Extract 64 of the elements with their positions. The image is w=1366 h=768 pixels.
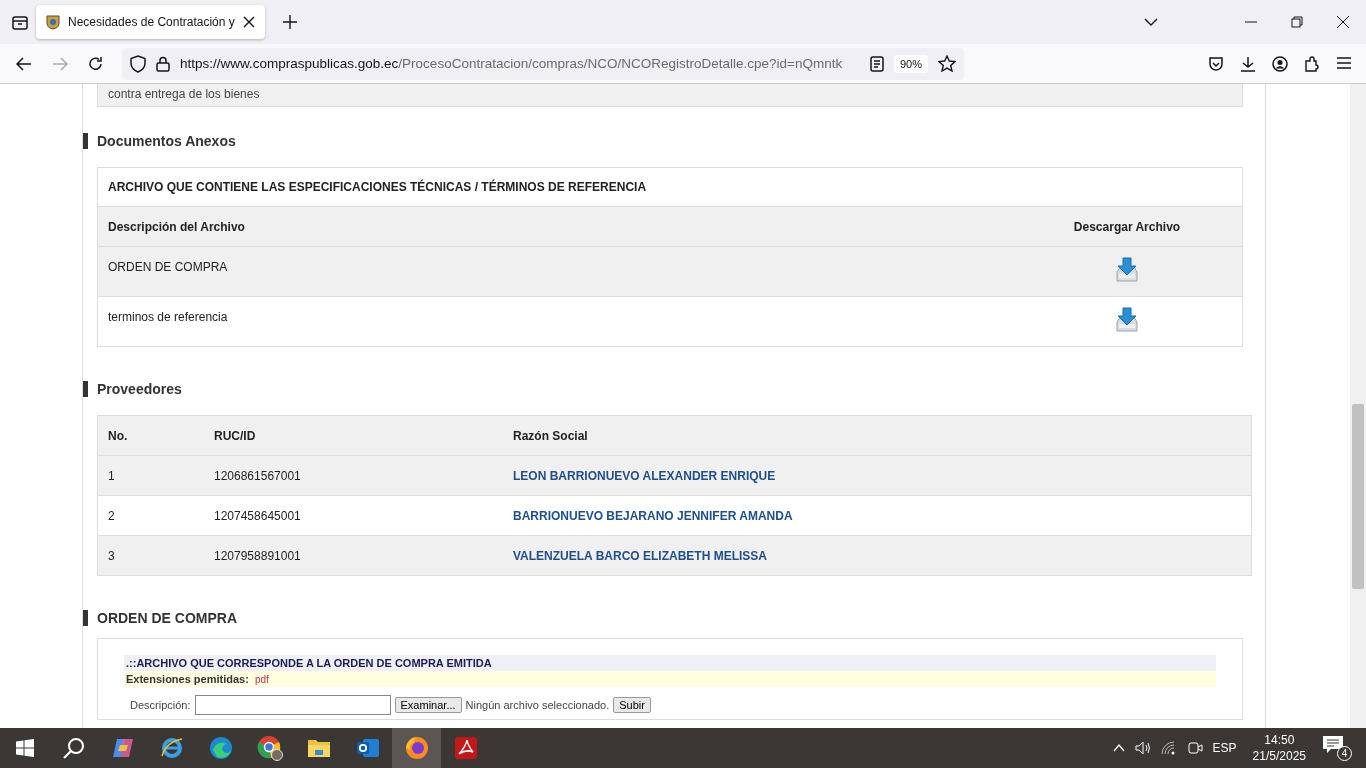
browser-tab[interactable]: Necesidades de Contratación y xyxy=(36,5,265,39)
column-header: Descripción del Archivo xyxy=(97,206,1012,247)
section-heading: Proveedores xyxy=(83,381,1265,397)
speaker-icon[interactable] xyxy=(1134,741,1151,755)
reader-view-icon[interactable] xyxy=(869,55,884,72)
start-icon[interactable] xyxy=(15,739,34,757)
search-icon[interactable] xyxy=(62,737,85,759)
menu-icon[interactable] xyxy=(1336,55,1352,70)
notifications-button[interactable]: 4 xyxy=(1322,735,1352,761)
section-heading: Documentos Anexos xyxy=(83,133,1265,149)
url-text: https://www.compraspublicas.gob.ec/ProcesoContratacion/compras/NCO/NCORegistroDetalle.cpe?id=nQmntk xyxy=(180,56,844,71)
description-label: Descripción: xyxy=(130,699,191,711)
shield-favicon-icon xyxy=(46,14,60,30)
restore-icon[interactable] xyxy=(1291,16,1303,28)
download-icon[interactable] xyxy=(1113,306,1141,334)
table-cell: 1207458645001 xyxy=(204,495,503,536)
upload-button[interactable]: Subir xyxy=(613,697,651,713)
pocket-icon[interactable] xyxy=(1208,55,1224,72)
supplier-link[interactable]: LEON BARRIONUEVO ALEXANDER ENRIQUE xyxy=(513,468,776,483)
camera-icon[interactable] xyxy=(1186,740,1203,756)
tab-list-icon[interactable] xyxy=(12,14,28,30)
pdf-reader-icon[interactable] xyxy=(454,737,477,759)
zoom-level-button[interactable]: 90% xyxy=(893,54,928,73)
supplier-link[interactable]: BARRIONUEVO BEJARANO JENNIFER AMANDA xyxy=(513,508,793,523)
reload-icon[interactable] xyxy=(88,55,104,72)
clock[interactable]: 14:50 21/5/2025 xyxy=(1252,732,1306,764)
close-icon[interactable] xyxy=(1337,16,1349,28)
close-icon[interactable] xyxy=(242,16,255,28)
folder-icon[interactable] xyxy=(306,738,331,758)
lock-icon[interactable] xyxy=(156,55,170,72)
address-bar[interactable]: https://www.compraspublicas.gob.ec/ProcesoContratacion/compras/NCO/NCORegistroDetalle.cpe?id=nQmntk 90% xyxy=(122,47,964,80)
section-heading: ORDEN DE COMPRA xyxy=(83,610,1265,626)
back-icon[interactable] xyxy=(16,56,32,71)
table-cell: terminos de referencia xyxy=(97,296,1012,347)
table-cell: 2 xyxy=(97,495,204,536)
extensions-label: Extensiones pemitidas: xyxy=(126,673,249,685)
banner-title: .::ARCHIVO QUE CORRESPONDE A LA ORDEN DE COMPRA EMITIDA xyxy=(124,655,1216,671)
description-input[interactable] xyxy=(194,695,391,715)
language-indicator[interactable]: ESP xyxy=(1212,741,1237,755)
star-icon[interactable] xyxy=(938,55,956,72)
table-cell: ORDEN DE COMPRA xyxy=(97,246,1012,297)
table-title: ARCHIVO QUE CONTIENE LAS ESPECIFICACIONES TÉCNICAS / TÉRMINOS DE REFERENCIA xyxy=(97,167,1243,207)
table-cell: 1 xyxy=(97,455,204,496)
column-header: Descargar Archivo xyxy=(1012,206,1243,247)
table-cell: 3 xyxy=(97,535,204,576)
shield-icon[interactable] xyxy=(130,54,146,73)
column-header: No. xyxy=(97,415,204,456)
account-icon[interactable] xyxy=(1272,55,1288,72)
file-status: Ningún archivo seleccionado. xyxy=(465,699,610,711)
extensions-value: pdf xyxy=(254,673,269,685)
download-icon[interactable] xyxy=(1113,256,1141,284)
column-header: Razón Social xyxy=(503,415,1252,456)
extensions-icon[interactable] xyxy=(1304,55,1320,72)
chevron-up-icon[interactable] xyxy=(1112,744,1125,752)
table-cell: 1206861567001 xyxy=(204,455,503,496)
field-value: contra entrega de los bienes xyxy=(97,84,1243,107)
new-tab-icon[interactable] xyxy=(282,15,297,29)
supplier-link[interactable]: VALENZUELA BARCO ELIZABETH MELISSA xyxy=(513,548,767,563)
download-arrow-icon[interactable] xyxy=(1240,55,1256,72)
table-cell: 1207958891001 xyxy=(204,535,503,576)
chevron-down-icon[interactable] xyxy=(1144,18,1158,26)
column-header: RUC/ID xyxy=(204,415,503,456)
wifi-icon[interactable] xyxy=(1160,741,1177,755)
browse-button[interactable]: Examinar... xyxy=(394,697,462,713)
